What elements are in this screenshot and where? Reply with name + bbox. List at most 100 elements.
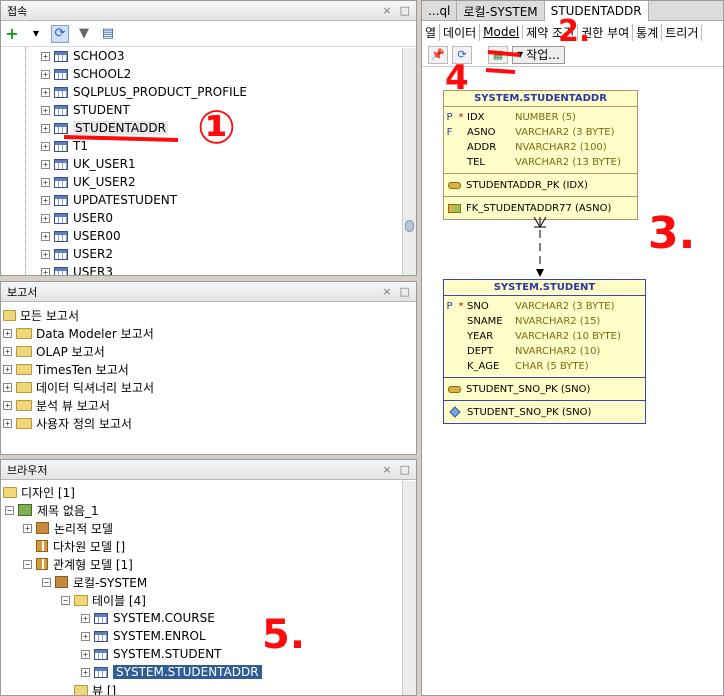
restore-icon[interactable]: □ [400, 4, 410, 17]
schema-browser-icon[interactable]: ▤ [99, 25, 117, 43]
collapse-icon[interactable]: − [42, 577, 51, 587]
expand-icon[interactable]: + [41, 141, 50, 151]
column-row[interactable]: F ASNO VARCHAR2 (3 BYTE) [444, 125, 637, 140]
tree-item-logical[interactable]: + 논리적 모델 [23, 519, 113, 537]
layout-icon[interactable]: ▦ [488, 45, 508, 64]
collapse-icon[interactable]: − [23, 559, 32, 569]
table-node[interactable]: + SYSTEM.STUDENTADDR [81, 663, 262, 681]
actions-menu-button[interactable]: ▼ 작업... [512, 45, 565, 64]
browser-scrollbar[interactable] [402, 481, 416, 695]
column-row[interactable]: TEL VARCHAR2 (13 BYTE) [444, 155, 637, 170]
entity-studentaddr[interactable]: SYSTEM.STUDENTADDR P * IDX NUMBER (5) F ASNO V… [443, 90, 638, 220]
expand-icon[interactable]: + [3, 418, 12, 428]
subtab-2[interactable]: Model [480, 25, 524, 39]
subtab-6[interactable]: 트리거 [662, 23, 703, 41]
expand-icon[interactable]: + [41, 249, 50, 259]
tree-item-design[interactable]: 디자인 [1] [3, 483, 75, 501]
column-type: NVARCHAR2 (10) [515, 346, 601, 357]
table-node[interactable]: + SYSTEM.COURSE [81, 609, 215, 627]
expand-icon[interactable]: + [41, 105, 50, 115]
table-node[interactable]: + USER0 [41, 209, 113, 227]
plus-icon[interactable]: + [3, 24, 21, 43]
restore-icon[interactable]: □ [400, 463, 410, 476]
table-node[interactable]: + SYSTEM.ENROL [81, 627, 206, 645]
minimize-icon[interactable]: × [382, 285, 391, 298]
expand-icon[interactable]: + [3, 346, 12, 356]
filter-icon[interactable]: ▼ [75, 25, 93, 43]
table-node[interactable]: + STUDENTADDR [41, 119, 168, 137]
tree-item-multidim[interactable]: 다차원 모델 [] [36, 537, 125, 555]
expand-icon[interactable]: + [3, 364, 12, 374]
table-node[interactable]: + SYSTEM.STUDENT [81, 645, 222, 663]
reports-root[interactable]: 모든 보고서 [3, 306, 79, 324]
tree-item-relational[interactable]: − 관계형 모델 [1] [23, 555, 133, 573]
column-row[interactable]: K_AGE CHAR (5 BYTE) [444, 359, 645, 374]
subtab-5[interactable]: 통계 [633, 23, 663, 41]
column-name: SNO [467, 301, 489, 312]
table-node[interactable]: + STUDENT [41, 101, 130, 119]
report-item[interactable]: + Data Modeler 보고서 [3, 324, 154, 342]
entity-student[interactable]: SYSTEM.STUDENT P * SNO VARCHAR2 (3 BYTE) SNA… [443, 279, 646, 424]
column-row[interactable]: ADDR NVARCHAR2 (100) [444, 140, 637, 155]
folder-icon [16, 363, 32, 375]
expand-icon[interactable]: + [81, 631, 90, 641]
collapse-icon[interactable]: − [5, 505, 14, 515]
column-row[interactable]: P * SNO VARCHAR2 (3 BYTE) [444, 299, 645, 314]
table-node[interactable]: + UK_USER1 [41, 155, 136, 173]
connections-scrollbar[interactable] [402, 48, 416, 275]
table-node[interactable]: + SCHOO3 [41, 47, 125, 65]
expand-icon[interactable]: + [3, 328, 12, 338]
expand-icon[interactable]: + [41, 87, 50, 97]
tree-item-views[interactable]: + 뷰 [] [61, 681, 116, 695]
expand-icon[interactable]: + [81, 613, 90, 623]
report-item[interactable]: + 사용자 정의 보고서 [3, 414, 132, 432]
expand-icon[interactable]: + [41, 123, 50, 133]
expand-icon[interactable]: + [41, 51, 50, 61]
expand-icon[interactable]: + [41, 213, 50, 223]
expand-icon[interactable]: + [81, 649, 90, 659]
minimize-icon[interactable]: × [382, 463, 391, 476]
collapse-icon[interactable]: − [61, 595, 70, 605]
report-item[interactable]: + 데이터 딕셔너리 보고서 [3, 378, 154, 396]
editor-tab[interactable]: ...ql [422, 1, 458, 21]
expand-icon[interactable]: + [41, 195, 50, 205]
table-node[interactable]: + UK_USER2 [41, 173, 136, 191]
expand-icon[interactable]: + [41, 267, 50, 275]
reports-tree: 모든 보고서 + Data Modeler 보고서 + OLAP 보고서 + TimesT… [1, 302, 416, 452]
table-node[interactable]: + SQLPLUS_PRODUCT_PROFILE [41, 83, 247, 101]
table-node[interactable]: + USER2 [41, 245, 113, 263]
subtab-1[interactable]: 데이터 [440, 23, 481, 41]
expand-icon[interactable]: + [81, 667, 90, 677]
restore-icon[interactable]: □ [400, 285, 410, 298]
chevron-down-icon[interactable]: ▼ [27, 25, 45, 43]
scroll-thumb[interactable] [405, 220, 414, 232]
column-row[interactable]: P * IDX NUMBER (5) [444, 110, 637, 125]
tree-item-tables[interactable]: − 테이블 [4] [61, 591, 146, 609]
minimize-icon[interactable]: × [382, 4, 391, 17]
tree-item-local-system[interactable]: − 로컬-SYSTEM [42, 573, 147, 591]
report-item[interactable]: + OLAP 보고서 [3, 342, 105, 360]
editor-tab[interactable]: 로컬-SYSTEM [457, 1, 545, 21]
column-row[interactable]: YEAR VARCHAR2 (10 BYTE) [444, 329, 645, 344]
table-node[interactable]: + T1 [41, 137, 88, 155]
expand-icon[interactable]: + [41, 69, 50, 79]
relationship-line[interactable] [522, 217, 562, 279]
column-row[interactable]: DEPT NVARCHAR2 (10) [444, 344, 645, 359]
table-node[interactable]: + USER3 [41, 263, 113, 275]
subtab-0[interactable]: 열 [422, 23, 441, 41]
annotation-1: ① [197, 100, 236, 154]
expand-icon[interactable]: + [41, 177, 50, 187]
expand-icon[interactable]: + [3, 382, 12, 392]
expand-icon[interactable]: + [3, 400, 12, 410]
refresh-icon[interactable]: ⟳ [51, 24, 69, 43]
expand-icon[interactable]: + [23, 523, 32, 533]
expand-icon[interactable]: + [41, 159, 50, 169]
table-node[interactable]: + USER00 [41, 227, 121, 245]
tree-item-untitled[interactable]: − 제목 없음_1 [5, 501, 99, 519]
report-item[interactable]: + 분석 뷰 보고서 [3, 396, 110, 414]
table-node[interactable]: + SCHOOL2 [41, 65, 131, 83]
expand-icon[interactable]: + [41, 231, 50, 241]
table-node[interactable]: + UPDATESTUDENT [41, 191, 177, 209]
report-item[interactable]: + TimesTen 보고서 [3, 360, 129, 378]
column-row[interactable]: SNAME NVARCHAR2 (15) [444, 314, 645, 329]
